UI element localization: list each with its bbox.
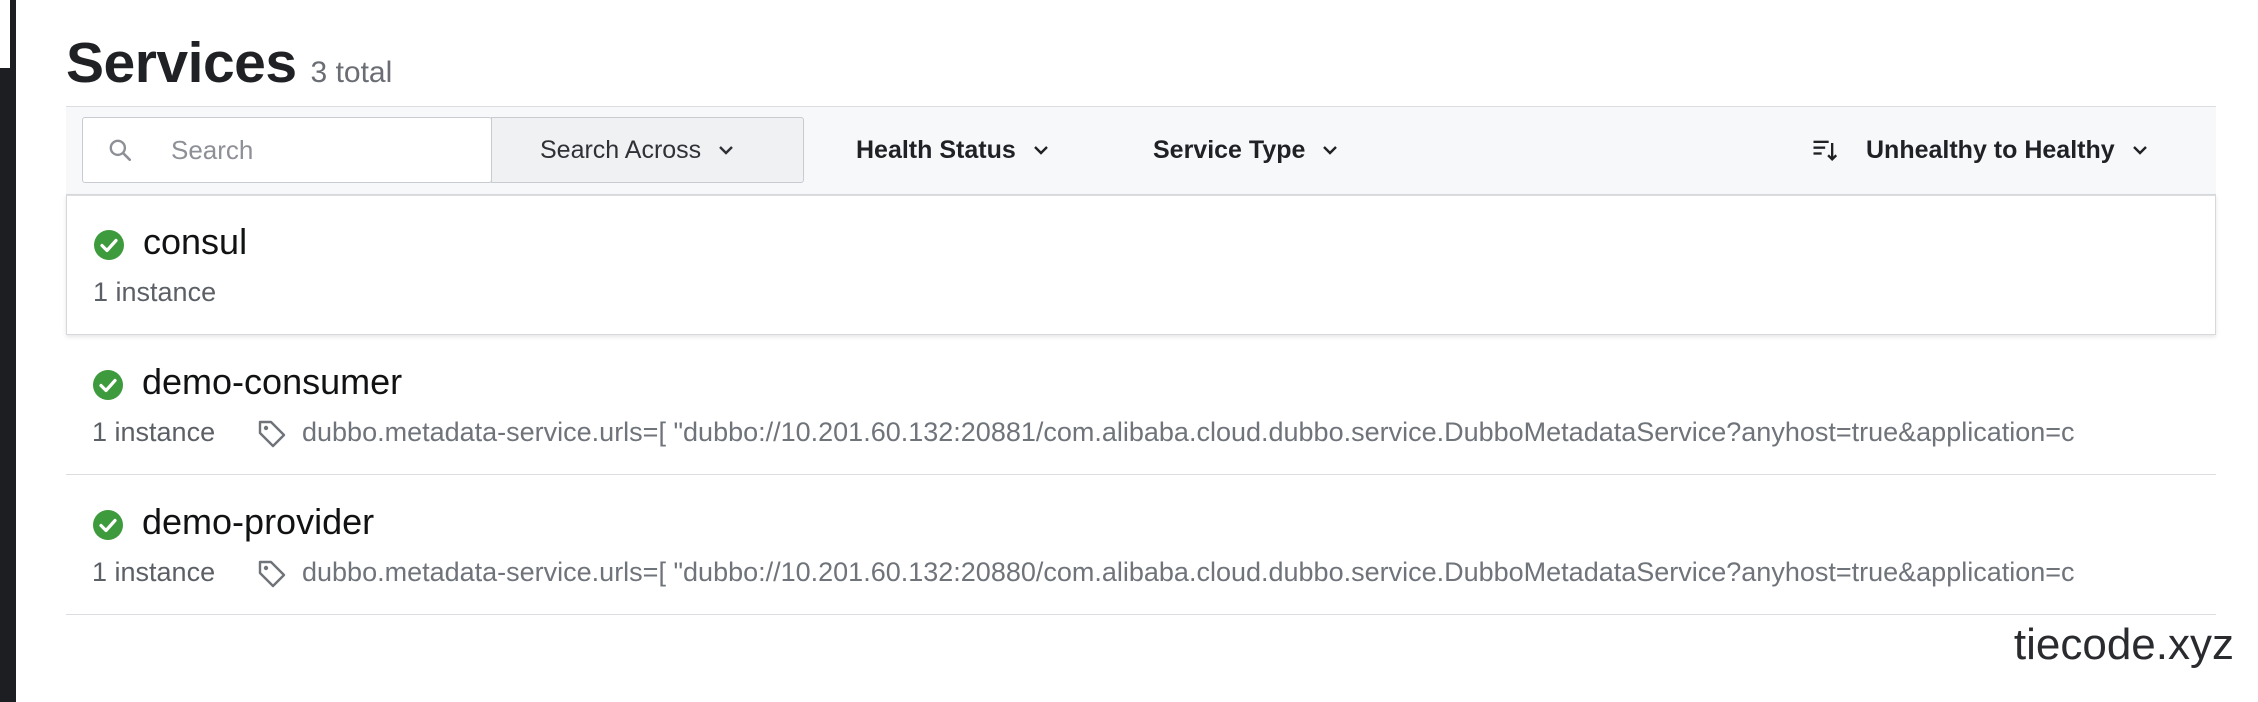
- search-placeholder: Search: [171, 135, 254, 165]
- total-count: 3 total: [310, 56, 393, 89]
- service-row-demo-provider[interactable]: demo-provider 1 instance dubbo.metadata-…: [66, 475, 2216, 615]
- sort-label: Unhealthy to Healthy: [1866, 135, 2115, 164]
- health-status-label: Health Status: [856, 135, 1016, 164]
- health-check-icon: [93, 370, 123, 400]
- watermark: tiecode.xyz: [2013, 620, 2234, 669]
- search-input[interactable]: Search: [82, 117, 492, 183]
- chevron-down-icon: [1033, 146, 1048, 155]
- instance-count: 1 instance: [93, 277, 217, 307]
- page-header: Services 3 total: [66, 30, 392, 100]
- chevron-down-icon: [2132, 146, 2147, 155]
- tag-icon: [258, 560, 286, 588]
- instance-count: 1 instance: [92, 557, 216, 587]
- service-row-demo-consumer[interactable]: demo-consumer 1 instance dubbo.metadata-…: [66, 335, 2216, 475]
- service-row-consul[interactable]: consul 1 instance: [66, 194, 2216, 335]
- tag-icon: [258, 420, 286, 448]
- filter-toolbar: Search Search Across Health Status Servi…: [66, 106, 2216, 196]
- left-sidebar-edge: [0, 0, 16, 702]
- search-icon: [109, 139, 132, 162]
- sort-dropdown[interactable]: Unhealthy to Healthy: [1810, 117, 2149, 183]
- service-tag: dubbo.metadata-service.urls=[ "dubbo://1…: [302, 557, 2075, 587]
- page-title: Services: [66, 31, 297, 95]
- search-across-dropdown[interactable]: Search Across: [491, 117, 804, 183]
- service-name[interactable]: demo-provider: [142, 501, 374, 543]
- main-content: Services 3 total Search Search Across He…: [66, 0, 2258, 702]
- search-across-label: Search Across: [540, 135, 702, 164]
- sidebar-notch: [0, 0, 10, 68]
- service-type-filter[interactable]: Service Type: [1153, 117, 1339, 183]
- service-name[interactable]: demo-consumer: [142, 361, 402, 403]
- instance-count: 1 instance: [92, 417, 216, 447]
- service-name[interactable]: consul: [143, 221, 247, 263]
- chevron-down-icon: [1323, 146, 1338, 155]
- service-tag: dubbo.metadata-service.urls=[ "dubbo://1…: [302, 417, 2075, 447]
- service-type-label: Service Type: [1153, 135, 1306, 164]
- service-list: consul 1 instance demo-consumer 1 instan…: [66, 194, 2216, 615]
- health-check-icon: [94, 230, 124, 260]
- health-status-filter[interactable]: Health Status: [856, 117, 1050, 183]
- health-check-icon: [93, 510, 123, 540]
- sort-icon: [1813, 140, 1838, 161]
- chevron-down-icon: [719, 146, 734, 155]
